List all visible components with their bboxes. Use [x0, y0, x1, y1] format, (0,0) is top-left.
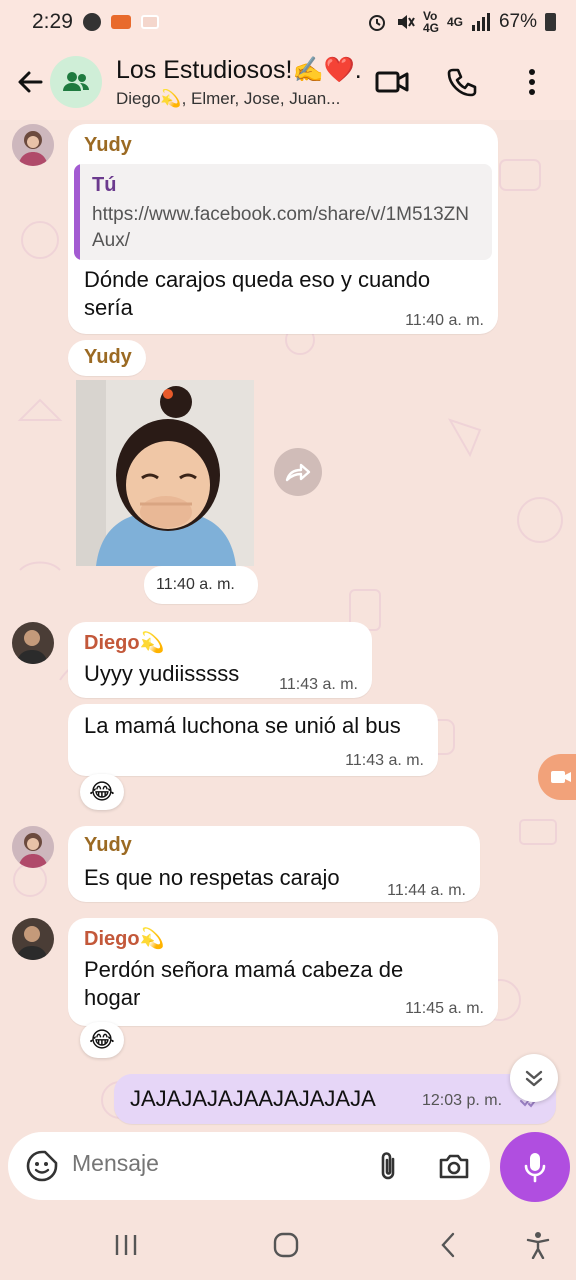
message-time: 11:44 a. m. — [387, 882, 466, 899]
volte-icon: Vo 4G — [422, 9, 439, 35]
message-sender: Yudy — [84, 346, 132, 368]
avatar-yudy[interactable] — [12, 826, 54, 868]
message-sender: Diego💫 — [84, 632, 165, 654]
chat-title: Los Estudiosos!✍️❤️. — [116, 55, 362, 84]
message-bubble[interactable]: Diego💫 Perdón señora mamá cabeza de hoga… — [68, 918, 498, 1026]
attach-button[interactable] — [368, 1146, 408, 1186]
camera-icon — [439, 1154, 469, 1179]
recent-apps-button[interactable] — [106, 1228, 146, 1262]
network-label: 4G — [446, 15, 463, 29]
quoted-message[interactable]: Tú https://www.facebook.com/share/v/1M51… — [74, 164, 492, 260]
avatar-diego[interactable] — [12, 918, 54, 960]
message-sender: Yudy — [84, 834, 132, 856]
battery-icon — [545, 13, 556, 31]
arrow-left-icon — [18, 71, 43, 93]
time-label-bubble: 11:40 a. m. — [144, 566, 258, 604]
chevron-left-icon — [441, 1232, 455, 1258]
microphone-icon — [524, 1153, 546, 1183]
video-camera-icon — [551, 771, 571, 783]
more-vertical-icon — [529, 69, 535, 95]
home-icon — [273, 1232, 299, 1258]
chat-info[interactable]: Los Estudiosos!✍️❤️. Diego💫, Elmer, Jose… — [116, 56, 366, 109]
system-navigation-bar — [0, 1210, 576, 1280]
sender-label-bubble: Yudy — [68, 340, 146, 376]
profile-photo-icon — [12, 826, 54, 868]
signal-icon — [471, 13, 490, 31]
notification-icon — [82, 13, 101, 31]
message-text: Es que no respetas carajo — [84, 865, 340, 890]
profile-photo-icon — [12, 124, 54, 166]
group-avatar[interactable] — [50, 56, 102, 108]
quote-author: Tú — [92, 174, 117, 196]
profile-photo-icon — [12, 622, 54, 664]
message-bubble[interactable]: Yudy Tú https://www.facebook.com/share/v… — [68, 124, 498, 334]
avatar-diego[interactable] — [12, 622, 54, 664]
message-time: 11:40 a. m. — [156, 576, 235, 593]
paperclip-icon — [381, 1152, 395, 1180]
message-bubble[interactable]: Yudy Es que no respetas carajo 11:44 a. … — [68, 826, 480, 902]
message-text: La mamá luchona se unió al bus — [84, 713, 401, 738]
home-button[interactable] — [266, 1228, 306, 1262]
mute-icon — [397, 15, 415, 29]
message-bubble[interactable]: La mamá luchona se unió al bus 11:43 a. … — [68, 704, 438, 776]
message-time: 11:45 a. m. — [405, 1000, 484, 1017]
message-composer — [0, 1132, 576, 1210]
profile-photo-icon — [12, 918, 54, 960]
outgoing-message-bubble[interactable]: JAJAJAJAJAAJAJAJAJA 12:03 p. m. — [114, 1074, 556, 1124]
sticker-button[interactable] — [22, 1146, 62, 1186]
message-text: Perdón señora mamá cabeza de hogar — [84, 957, 404, 1010]
camera-button[interactable] — [434, 1146, 474, 1186]
scroll-to-bottom-button[interactable] — [510, 1054, 558, 1102]
phone-icon — [447, 68, 477, 97]
sticker-image[interactable] — [76, 380, 254, 566]
message-text: Uyyy yudiisssss — [84, 661, 240, 686]
message-text: JAJAJAJAJAAJAJAJAJA — [130, 1086, 376, 1111]
alarm-icon — [368, 15, 385, 31]
quote-bar — [74, 164, 80, 260]
system-back-button[interactable] — [428, 1228, 468, 1262]
message-bubble[interactable]: Diego💫 Uyyy yudiisssss 11:43 a. m. — [68, 622, 372, 698]
video-notification-icon — [110, 15, 131, 29]
reaction-badge[interactable]: 😂 — [80, 774, 124, 810]
message-input[interactable] — [72, 1150, 342, 1177]
chat-header: Los Estudiosos!✍️❤️. Diego💫, Elmer, Jose… — [0, 44, 576, 120]
message-time: 11:43 a. m. — [279, 676, 358, 693]
accessibility-button[interactable] — [518, 1228, 558, 1262]
message-time: 11:43 a. m. — [345, 752, 424, 769]
accessibility-icon — [526, 1232, 550, 1259]
sticker-smiley-icon — [26, 1150, 58, 1182]
group-icon — [63, 72, 89, 91]
sticker-child-photo — [76, 380, 254, 566]
recent-apps-icon — [115, 1235, 137, 1255]
message-input-container[interactable] — [8, 1132, 490, 1200]
video-call-button[interactable] — [370, 60, 414, 104]
message-time: 11:40 a. m. — [405, 312, 484, 329]
message-sender: Diego💫 — [84, 928, 165, 950]
reaction-badge[interactable]: 😂 — [80, 1022, 124, 1058]
chat-participants: Diego💫, Elmer, Jose, Juan... — [116, 88, 341, 108]
more-options-button[interactable] — [510, 60, 554, 104]
status-bar: 2:29 Vo 4G 4G 67% — [0, 0, 576, 44]
battery-percent: 67% — [498, 11, 537, 32]
forward-button[interactable] — [274, 448, 322, 496]
message-list[interactable]: Yudy Tú https://www.facebook.com/share/v… — [0, 120, 576, 1132]
status-time: 2:29 — [32, 10, 73, 33]
message-time: 12:03 p. m. — [422, 1092, 503, 1109]
quote-text: https://www.facebook.com/share/v/1M513ZN… — [92, 204, 469, 251]
message-sender: Yudy — [84, 134, 132, 156]
app-notification-icon — [140, 15, 159, 29]
floating-video-button[interactable] — [538, 754, 576, 800]
double-chevron-down-icon — [525, 1070, 543, 1087]
voice-call-button[interactable] — [440, 60, 484, 104]
avatar-yudy[interactable] — [12, 124, 54, 166]
forward-icon — [285, 463, 311, 482]
voice-message-button[interactable] — [500, 1132, 570, 1202]
video-camera-icon — [375, 71, 409, 93]
back-button[interactable] — [4, 56, 56, 108]
